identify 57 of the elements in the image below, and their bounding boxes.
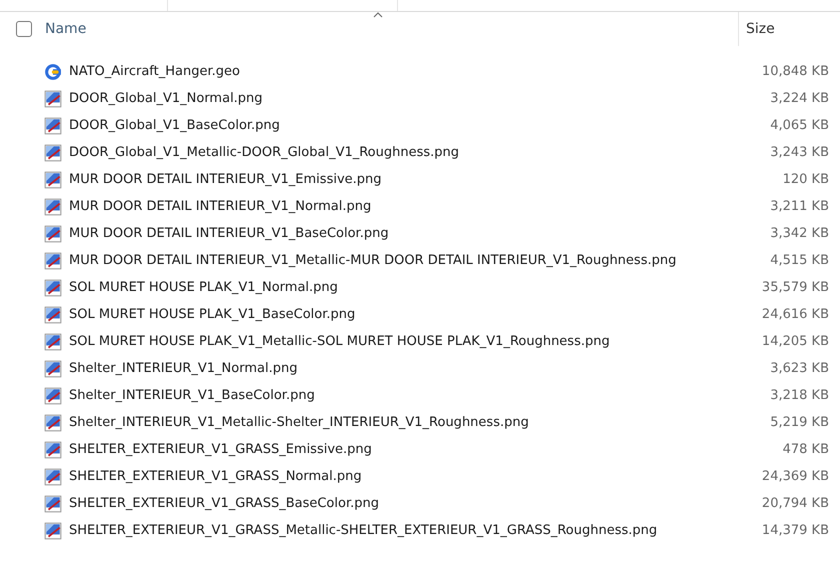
file-name[interactable]: Shelter_INTERIEUR_V1_Normal.png	[69, 361, 298, 376]
file-size: 20,794 KB	[762, 496, 829, 511]
file-size: 3,342 KB	[770, 226, 829, 241]
file-size: 3,623 KB	[770, 361, 829, 376]
image-file-icon	[44, 440, 62, 458]
image-file-icon	[44, 198, 62, 216]
select-all-checkbox[interactable]	[16, 21, 32, 37]
image-file-icon	[44, 252, 62, 270]
file-name[interactable]: SOL MURET HOUSE PLAK_V1_Normal.png	[69, 280, 338, 295]
file-name[interactable]: Shelter_INTERIEUR_V1_BaseColor.png	[69, 388, 315, 403]
file-name[interactable]: DOOR_Global_V1_BaseColor.png	[69, 118, 280, 133]
geo-file-icon	[44, 62, 62, 80]
file-name[interactable]: SHELTER_EXTERIEUR_V1_GRASS_Metallic-SHELTER_EXTERIEUR_V1_GRASS_Roughness.png	[69, 523, 658, 538]
file-name[interactable]: SHELTER_EXTERIEUR_V1_GRASS_Normal.png	[69, 469, 362, 484]
file-size: 24,616 KB	[762, 307, 829, 322]
file-name[interactable]: MUR DOOR DETAIL INTERIEUR_V1_Metallic-MUR DOOR DETAIL INTERIEUR_V1_Roughness.png	[69, 253, 676, 268]
image-file-icon	[44, 494, 62, 512]
file-size: 5,219 KB	[770, 415, 829, 430]
file-size: 14,205 KB	[762, 334, 829, 349]
file-size: 120 KB	[782, 172, 829, 187]
file-name[interactable]: Shelter_INTERIEUR_V1_Metallic-Shelter_INTERIEUR_V1_Roughness.png	[69, 415, 529, 430]
file-name[interactable]: SHELTER_EXTERIEUR_V1_GRASS_Emissive.png	[69, 442, 372, 457]
file-name[interactable]: NATO_Aircraft_Hanger.geo	[69, 64, 240, 79]
file-size: 4,065 KB	[770, 118, 829, 133]
file-name[interactable]: MUR DOOR DETAIL INTERIEUR_V1_Normal.png	[69, 199, 372, 214]
image-file-icon	[44, 360, 62, 378]
image-file-icon	[44, 144, 62, 162]
image-file-icon	[44, 414, 62, 432]
column-header[interactable]: Size	[738, 12, 838, 46]
file-size: 10,848 KB	[762, 64, 829, 79]
file-size: 24,369 KB	[762, 469, 829, 484]
column-header[interactable]: Name	[45, 12, 738, 46]
image-file-icon	[44, 90, 62, 108]
file-name[interactable]: SOL MURET HOUSE PLAK_V1_Metallic-SOL MURET HOUSE PLAK_V1_Roughness.png	[69, 334, 610, 349]
file-size: 14,379 KB	[762, 523, 829, 538]
image-file-icon	[44, 170, 62, 188]
image-file-icon	[44, 332, 62, 350]
image-file-icon	[44, 522, 62, 540]
file-size: 3,243 KB	[770, 145, 829, 160]
file-name[interactable]: MUR DOOR DETAIL INTERIEUR_V1_Emissive.png	[69, 172, 382, 187]
image-file-icon	[44, 224, 62, 242]
file-size: 478 KB	[782, 442, 829, 457]
file-size: 3,218 KB	[770, 388, 829, 403]
file-size: 3,224 KB	[770, 91, 829, 106]
image-file-icon	[44, 386, 62, 404]
image-file-icon	[44, 116, 62, 134]
file-name[interactable]: MUR DOOR DETAIL INTERIEUR_V1_BaseColor.png	[69, 226, 389, 241]
file-size: 35,579 KB	[762, 280, 829, 295]
image-file-icon	[44, 306, 62, 324]
file-name[interactable]: DOOR_Global_V1_Metallic-DOOR_Global_V1_Roughness.png	[69, 145, 460, 160]
file-size: 4,515 KB	[770, 253, 829, 268]
file-name[interactable]: DOOR_Global_V1_Normal.png	[69, 91, 263, 106]
file-name[interactable]: SHELTER_EXTERIEUR_V1_GRASS_BaseColor.png	[69, 496, 379, 511]
image-file-icon	[44, 278, 62, 296]
file-size: 3,211 KB	[770, 199, 829, 214]
image-file-icon	[44, 468, 62, 486]
file-name[interactable]: SOL MURET HOUSE PLAK_V1_BaseColor.png	[69, 307, 356, 322]
